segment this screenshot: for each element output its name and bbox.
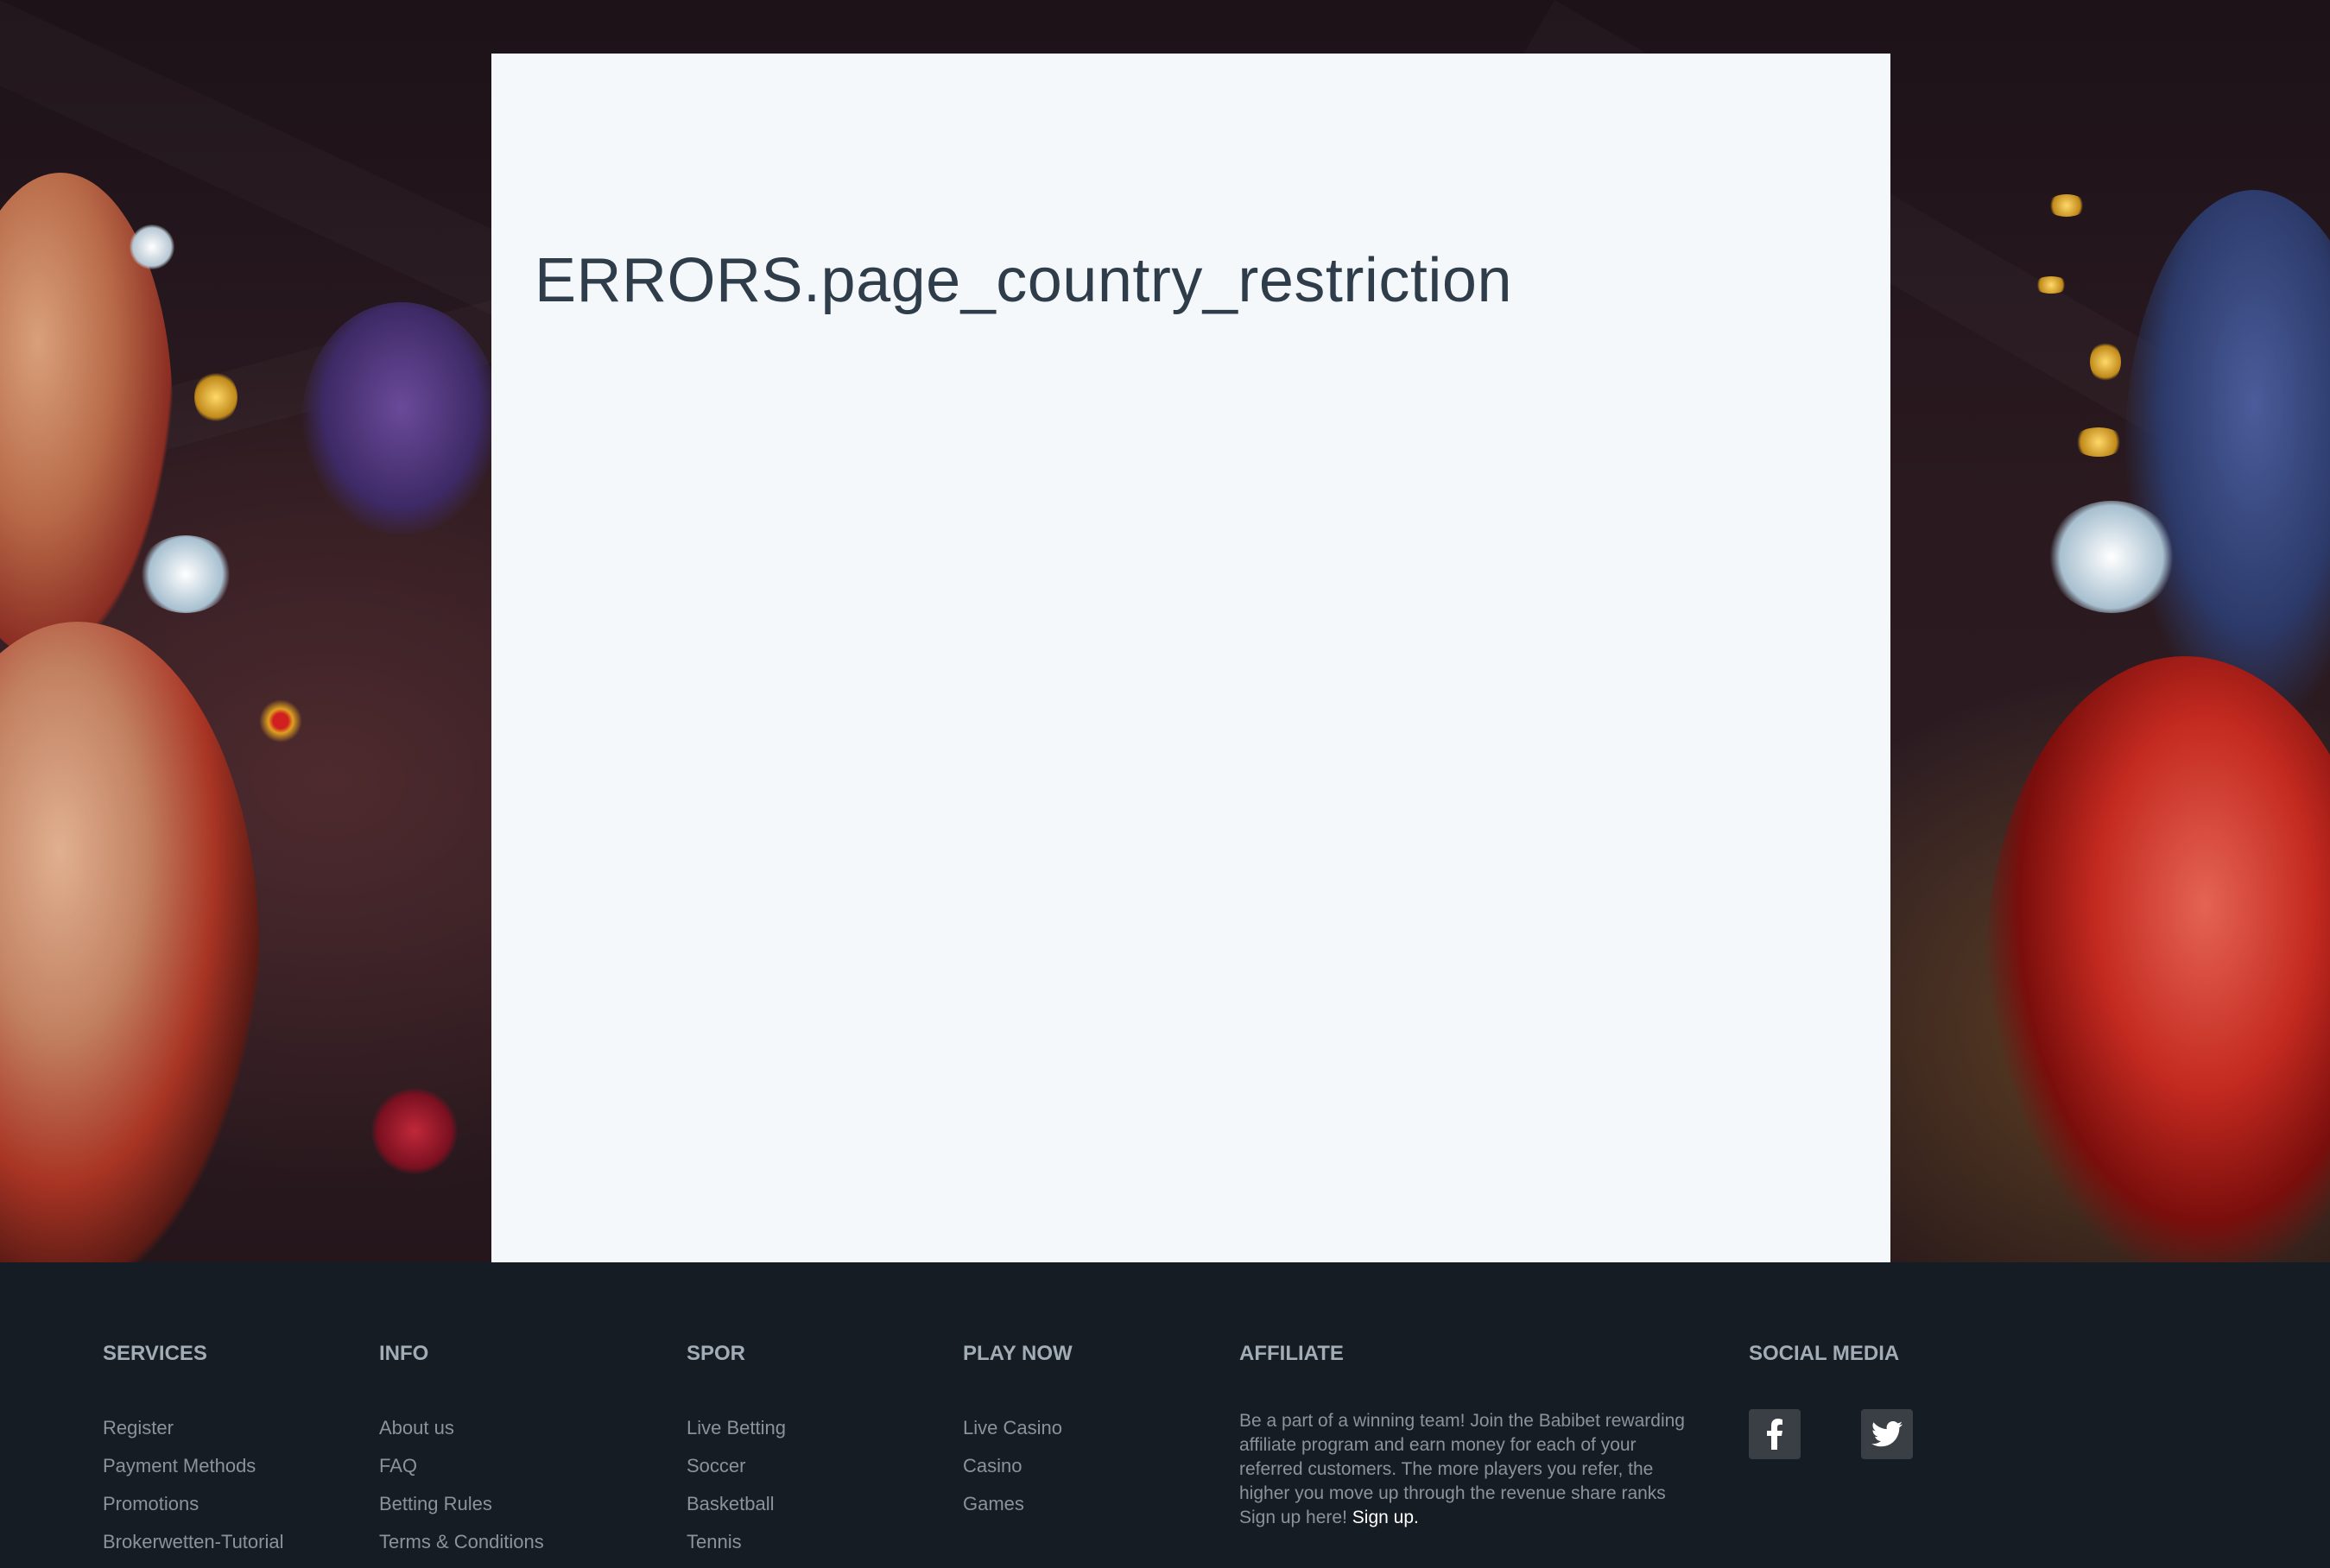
footer-column-info: INFO About us FAQ Betting Rules Terms & …: [379, 1342, 544, 1561]
footer-link-terms[interactable]: Terms & Conditions: [379, 1531, 544, 1552]
coin-illustration: [2090, 341, 2121, 383]
footer-link-live-betting[interactable]: Live Betting: [687, 1417, 786, 1438]
footer-link-games[interactable]: Games: [963, 1493, 1024, 1514]
diamond-illustration: [2047, 501, 2176, 613]
footer-link-payment-methods[interactable]: Payment Methods: [103, 1455, 256, 1476]
footer-link-casino[interactable]: Casino: [963, 1455, 1022, 1476]
footer-link-tennis[interactable]: Tennis: [687, 1531, 742, 1552]
affiliate-text: Be a part of a winning team! Join the Ba…: [1239, 1411, 1685, 1527]
footer-link-register[interactable]: Register: [103, 1417, 174, 1438]
footer-column-sport: SPOR Live Betting Soccer Basketball Tenn…: [687, 1342, 786, 1561]
masquerade-mask-illustration: [302, 302, 501, 535]
footer-column-affiliate: AFFILIATE Be a part of a winning team! J…: [1239, 1342, 1688, 1530]
footer-column-services: SERVICES Register Payment Methods Promot…: [103, 1342, 283, 1561]
footer-heading: INFO: [379, 1342, 429, 1365]
character-illustration: [2124, 190, 2330, 725]
affiliate-signup-link[interactable]: Sign up.: [1352, 1508, 1419, 1527]
footer-link-betting-rules[interactable]: Betting Rules: [379, 1493, 492, 1514]
facebook-icon[interactable]: [1749, 1409, 1801, 1459]
footer-link-basketball[interactable]: Basketball: [687, 1493, 775, 1514]
footer-heading: SOCIAL MEDIA: [1749, 1342, 1900, 1365]
coin-illustration: [2047, 194, 2086, 217]
footer-link-live-casino[interactable]: Live Casino: [963, 1417, 1062, 1438]
coin-illustration: [194, 371, 237, 423]
footer-heading: SPOR: [687, 1342, 746, 1365]
diamond-illustration: [130, 224, 174, 269]
heart-gem-illustration: [371, 1088, 458, 1174]
footer-link-faq[interactable]: FAQ: [379, 1455, 417, 1476]
footer-column-social-media: SOCIAL MEDIA: [1749, 1342, 1913, 1459]
coin-illustration: [2073, 427, 2124, 457]
footer-link-about-us[interactable]: About us: [379, 1417, 454, 1438]
footer-link-tutorial[interactable]: Brokerwetten-Tutorial: [103, 1531, 283, 1552]
footer-heading: SERVICES: [103, 1342, 207, 1365]
social-links: [1749, 1409, 1913, 1459]
footer-heading: PLAY NOW: [963, 1342, 1073, 1365]
affiliate-description: Be a part of a winning team! Join the Ba…: [1239, 1409, 1688, 1530]
twitter-icon[interactable]: [1861, 1409, 1913, 1459]
character-illustration: [1986, 656, 2330, 1262]
content-panel: ERRORS.page_country_restriction: [491, 54, 1890, 1262]
site-footer: SERVICES Register Payment Methods Promot…: [0, 1262, 2330, 1568]
coin-illustration: [2034, 276, 2068, 294]
page-title: ERRORS.page_country_restriction: [535, 246, 1512, 315]
diamond-illustration: [138, 535, 233, 613]
footer-link-soccer[interactable]: Soccer: [687, 1455, 745, 1476]
ring-illustration: [259, 699, 302, 743]
footer-heading: AFFILIATE: [1239, 1342, 1344, 1365]
footer-link-promotions[interactable]: Promotions: [103, 1493, 199, 1514]
character-illustration: [0, 622, 259, 1262]
footer-column-play-now: PLAY NOW Live Casino Casino Games: [963, 1342, 1073, 1523]
